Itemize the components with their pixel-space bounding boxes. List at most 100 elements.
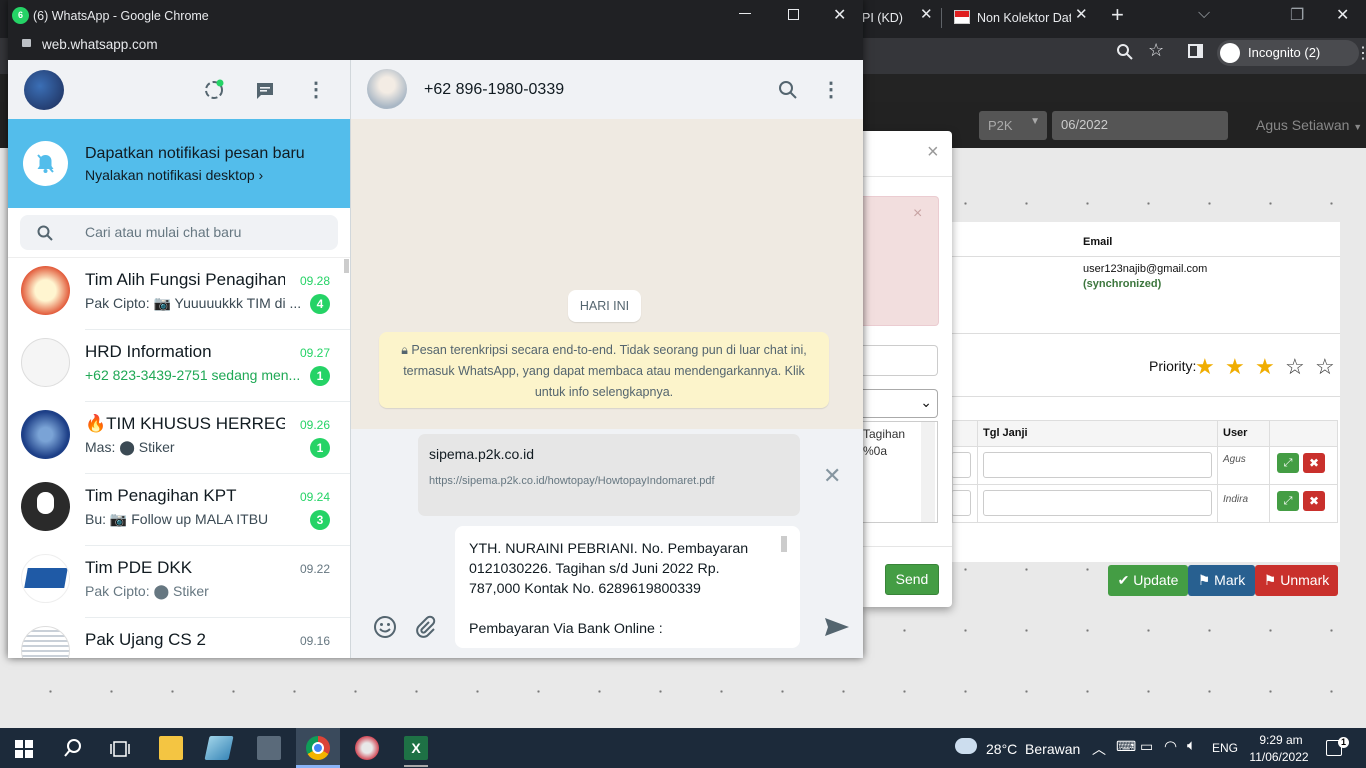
new-tab-icon[interactable]: + <box>1111 2 1124 28</box>
table-input[interactable] <box>951 452 971 478</box>
program-select[interactable]: P2K ▼ <box>979 111 1047 140</box>
excel-icon[interactable]: X <box>404 736 428 760</box>
more-vertical-icon[interactable]: ⋮ <box>1355 43 1366 63</box>
contact-avatar[interactable] <box>367 69 407 109</box>
window-title: (6) WhatsApp - Google Chrome <box>33 9 209 23</box>
encryption-notice[interactable]: 🔒︎ Pesan terenkripsi secara end-to-end. … <box>379 332 829 408</box>
language-indicator[interactable]: ENG <box>1212 741 1238 755</box>
background-tab-1[interactable]: PI (KD) <box>862 4 922 32</box>
notif-link[interactable]: Nyalakan notifikasi desktop › <box>85 167 263 183</box>
star-filled-icon[interactable]: ★ <box>1195 354 1215 380</box>
star-filled-icon[interactable]: ★ <box>1255 354 1275 380</box>
expand-icon[interactable]: ⤢ <box>1277 491 1299 511</box>
contact-number[interactable]: +62 896-1980-0339 <box>424 81 564 99</box>
volume-icon[interactable]: 🔈︎ <box>1187 737 1196 754</box>
table-input[interactable] <box>951 490 971 516</box>
star-filled-icon[interactable]: ★ <box>1225 354 1245 380</box>
modal-select[interactable]: ⌄ <box>863 389 938 418</box>
status-icon[interactable] <box>203 79 225 101</box>
minimize-icon[interactable] <box>739 13 751 14</box>
expand-icon[interactable]: ⤢ <box>1277 453 1299 473</box>
user-menu[interactable]: Agus Setiawan ▼ <box>1256 117 1362 133</box>
avatar[interactable] <box>24 70 64 110</box>
period-input[interactable]: 06/2022 <box>1052 111 1228 140</box>
mark-button[interactable]: ⚑ Mark <box>1188 565 1255 596</box>
restore-icon[interactable]: ❐ <box>1290 5 1304 25</box>
windows-start-icon[interactable] <box>15 740 33 758</box>
divider <box>863 176 952 177</box>
wa-left-header: ⋮ <box>8 60 350 119</box>
menu-icon[interactable]: ⋮ <box>306 77 326 102</box>
weather-text[interactable]: 28°C Berawan <box>986 741 1080 757</box>
unmark-button[interactable]: ⚑ Unmark <box>1255 565 1338 596</box>
search-input[interactable]: Cari atau mulai chat baru <box>20 215 338 250</box>
divider <box>952 396 1340 397</box>
search-icon[interactable] <box>778 80 798 100</box>
bookmark-star-icon[interactable]: ☆ <box>1148 40 1164 61</box>
maximize-icon[interactable] <box>788 9 799 20</box>
chevron-down-icon[interactable]: ⌵ <box>1198 5 1210 23</box>
emoji-icon[interactable] <box>373 615 397 639</box>
send-button[interactable]: Send <box>885 564 939 595</box>
chat-item[interactable]: Pak Ujang CS 2 09.16 <box>8 618 350 658</box>
alert-close-icon[interactable]: × <box>913 205 922 223</box>
tgl-janji-input[interactable] <box>983 490 1212 516</box>
tgl-janji-input[interactable] <box>983 452 1212 478</box>
chrome-taskbar-button[interactable] <box>296 728 340 768</box>
modal-input[interactable] <box>863 345 938 376</box>
delete-icon[interactable]: ✖ <box>1303 453 1325 473</box>
notification-count: 1 <box>1338 737 1349 748</box>
update-button[interactable]: ✔ Update <box>1108 565 1188 596</box>
chat-item[interactable]: HRD Information 09.27 +62 823-3439-2751 … <box>8 330 350 402</box>
sidebar-icon[interactable] <box>1188 44 1203 58</box>
app-icon[interactable] <box>355 736 379 760</box>
meet-icon[interactable]: ⌨ <box>1116 738 1136 755</box>
col-divider <box>977 421 978 522</box>
app-icon[interactable] <box>204 736 234 760</box>
chat-item[interactable]: Tim Penagihan KPT 09.24 Bu: 📷 Follow up … <box>8 474 350 546</box>
message-input[interactable]: YTH. NURAINI PEBRIANI. No. Pembayaran 01… <box>455 526 800 648</box>
link-preview[interactable]: sipema.p2k.co.id https://sipema.p2k.co.i… <box>418 434 800 516</box>
scrollbar-thumb[interactable] <box>781 536 787 552</box>
incognito-pill[interactable]: Incognito (2) <box>1217 40 1359 66</box>
delete-icon[interactable]: ✖ <box>1303 491 1325 511</box>
file-explorer-icon[interactable] <box>159 736 183 760</box>
close-window-icon[interactable]: ✕ <box>833 5 846 25</box>
send-icon[interactable] <box>824 616 850 638</box>
notification-banner[interactable]: Dapatkan notifikasi pesan baru Nyalakan … <box>8 119 350 208</box>
task-view-icon[interactable] <box>110 739 130 759</box>
chat-item[interactable]: 🔥TIM KHUSUS HERREGI... 09.26 Mas: ⬤ Stik… <box>8 402 350 474</box>
message-textarea[interactable]: Tagihan %0a <box>863 421 938 523</box>
close-tab-icon[interactable]: ✕ <box>920 5 933 23</box>
url-bar[interactable]: web.whatsapp.com <box>8 32 863 60</box>
zoom-icon[interactable] <box>1116 43 1134 61</box>
message-text: Pembayaran Via Bank Online : <box>469 621 663 637</box>
network-icon[interactable]: ▭ <box>1140 738 1153 755</box>
chat-item[interactable]: Tim Alih Fungsi Penagihan 09.28 Pak Cipt… <box>8 258 350 330</box>
sync-status: (synchronized) <box>1083 278 1162 290</box>
new-chat-icon[interactable] <box>255 81 275 101</box>
close-tab-icon[interactable]: ✕ <box>1075 5 1088 23</box>
row-user: Agus <box>1223 454 1246 465</box>
calculator-icon[interactable] <box>257 736 281 760</box>
compose-area: sipema.p2k.co.id https://sipema.p2k.co.i… <box>350 429 863 658</box>
star-empty-icon[interactable]: ☆ <box>1315 354 1335 380</box>
wifi-icon[interactable]: ◠ <box>1164 737 1177 755</box>
scrollbar[interactable] <box>921 422 935 522</box>
clock-time[interactable]: 9:29 am <box>1251 733 1311 747</box>
scrollbar-thumb[interactable] <box>344 259 349 273</box>
chevron-down-icon: ⌄ <box>920 394 932 410</box>
chevron-up-icon[interactable]: ︿ <box>1092 739 1106 759</box>
chat-item[interactable]: Tim PDE DKK 09.22 Pak Cipto: ⬤ Stiker <box>8 546 350 618</box>
star-empty-icon[interactable]: ☆ <box>1285 354 1305 380</box>
clock-date[interactable]: 11/06/2022 <box>1248 750 1310 764</box>
email-header: Email <box>1083 236 1113 248</box>
search-icon[interactable] <box>63 738 83 758</box>
background-tab-2[interactable]: Non Kolektor Dat <box>977 4 1071 32</box>
menu-icon[interactable]: ⋮ <box>821 77 841 102</box>
close-window-icon[interactable]: ✕ <box>1336 5 1349 25</box>
modal-close-icon[interactable]: × <box>927 141 939 164</box>
close-preview-icon[interactable]: ✕ <box>823 463 841 489</box>
col-user: User <box>1223 427 1248 439</box>
attach-icon[interactable] <box>413 615 437 639</box>
